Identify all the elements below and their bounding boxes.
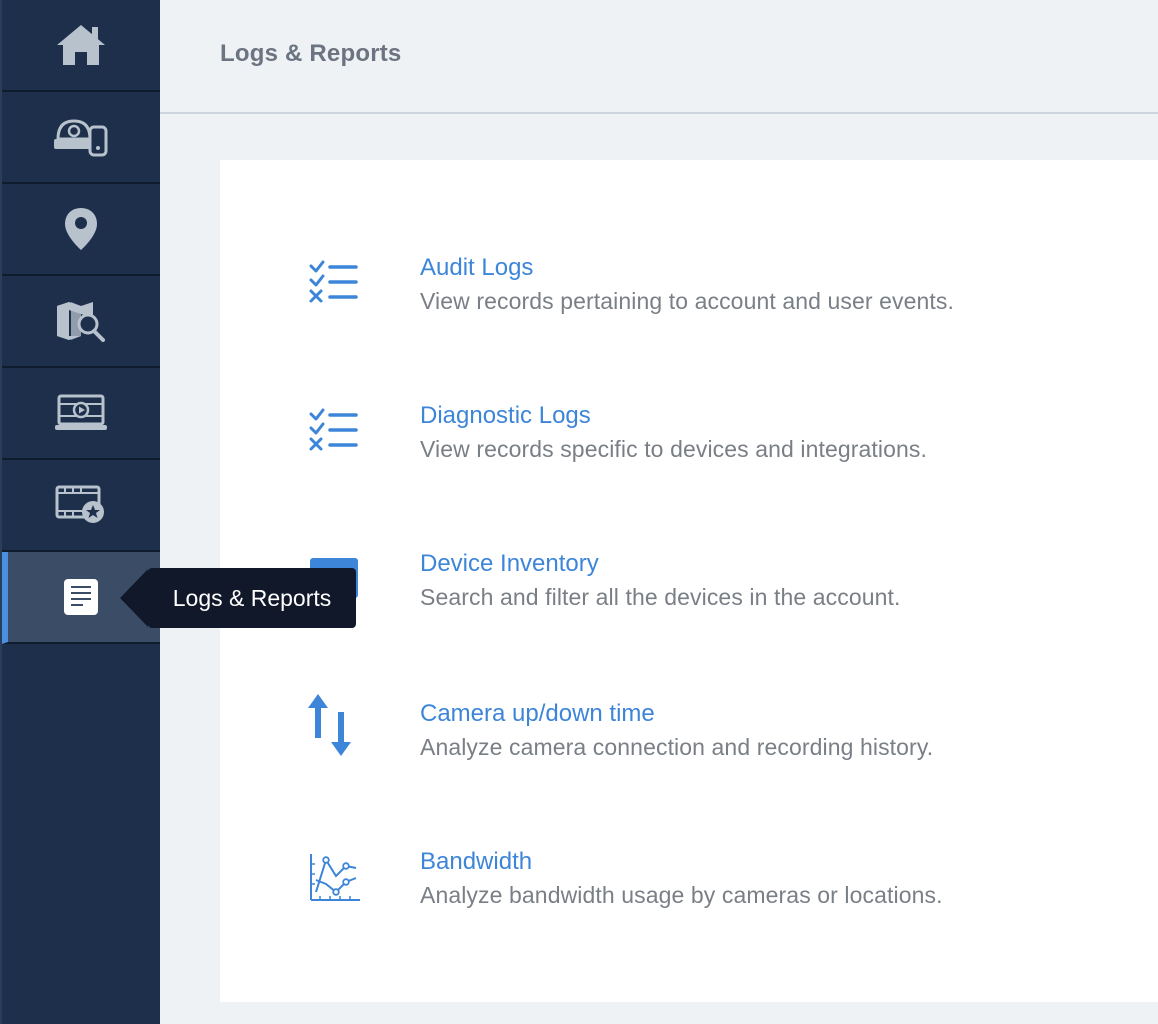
report-title[interactable]: Camera up/down time [420,700,655,728]
sidebar-item-saved-videos[interactable] [2,460,160,552]
map-search-icon [57,302,105,342]
reports-card: Audit Logs View records pertaining to ac… [220,160,1158,1002]
report-title[interactable]: Device Inventory [420,550,599,578]
sidebar-tooltip: Logs & Reports [120,568,356,628]
sidebar-item-locations[interactable] [2,184,160,276]
report-description: Analyze camera connection and recording … [420,734,934,760]
home-icon [57,25,105,65]
report-description: View records specific to devices and int… [420,436,928,462]
document-icon [64,579,98,615]
report-camera-uptime[interactable]: Camera up/down time Analyze camera conne… [220,694,1158,806]
report-diagnostic-logs[interactable]: Diagnostic Logs View records specific to… [220,402,1158,508]
film-star-icon [55,485,104,523]
sidebar-item-video-wall[interactable] [2,368,160,460]
report-description: Analyze bandwidth usage by cameras or lo… [420,882,943,908]
page-title: Logs & Reports [220,40,402,67]
checklist-icon [309,260,358,303]
sidebar-item-home[interactable] [2,0,160,92]
top-bar: Logs & Reports [160,0,1158,114]
report-bandwidth[interactable]: Bandwidth Analyze bandwidth usage by cam… [220,848,1158,954]
report-title[interactable]: Diagnostic Logs [420,402,591,430]
sidebar-item-map-search[interactable] [2,276,160,368]
location-pin-icon [65,208,97,250]
sidebar [0,0,160,1024]
report-device-inventory[interactable]: Device Inventory Search and filter all t… [220,550,1158,656]
report-title[interactable]: Audit Logs [420,254,533,282]
video-monitor-icon [55,394,107,430]
report-description: View records pertaining to account and u… [420,288,954,314]
report-audit-logs[interactable]: Audit Logs View records pertaining to ac… [220,254,1158,360]
devices-icon [54,119,108,157]
tooltip-label: Logs & Reports [172,584,332,611]
sidebar-item-devices[interactable] [2,92,160,184]
line-chart-icon [310,854,360,901]
checklist-icon [309,408,358,451]
report-description: Search and filter all the devices in the… [420,584,901,610]
report-title[interactable]: Bandwidth [420,848,532,876]
up-down-arrows-icon [308,694,351,756]
